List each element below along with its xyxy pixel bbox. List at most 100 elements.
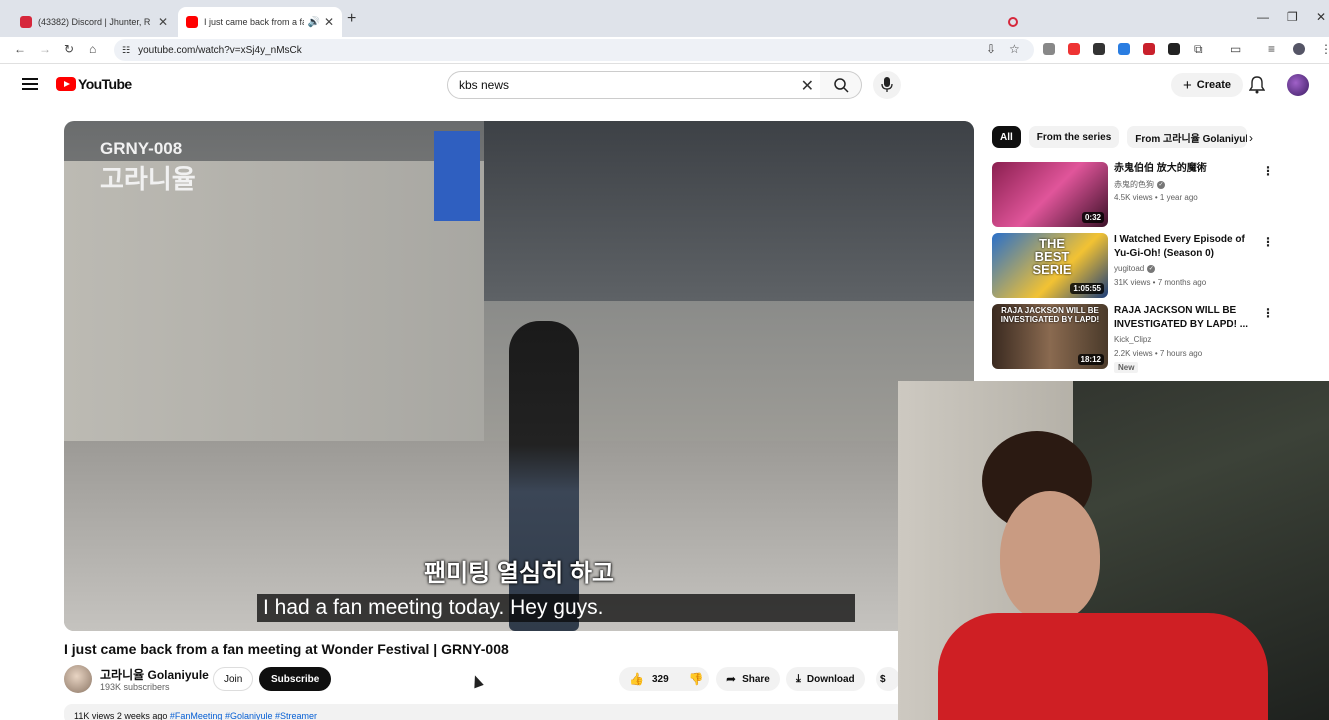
watermark-name: 고라니율 — [100, 164, 196, 194]
channel-avatar[interactable] — [64, 665, 92, 693]
media-control-icon[interactable]: ≡ — [1268, 42, 1275, 56]
thanks-icon: $ — [880, 673, 886, 685]
join-button[interactable]: Join — [213, 667, 254, 691]
recording-icon — [1008, 17, 1018, 27]
close-window-icon[interactable]: ✕ — [1316, 10, 1326, 24]
share-label: Share — [742, 673, 770, 685]
notifications-button[interactable] — [1248, 76, 1266, 99]
webcam-shirt — [938, 613, 1268, 720]
menu-icon[interactable] — [22, 78, 38, 90]
share-icon: ➦ — [726, 672, 737, 686]
download-label: Download — [806, 673, 855, 685]
extension-icon[interactable] — [1168, 43, 1180, 55]
forward-icon[interactable]: → — [39, 42, 51, 56]
chip-from-channel[interactable]: From 고라니율 Golaniyule — [1127, 126, 1248, 148]
chip-from-series[interactable]: From the series — [1028, 126, 1120, 148]
youtube-favicon-icon — [186, 16, 198, 28]
close-tab-icon[interactable]: ✕ — [158, 15, 168, 29]
tab-search-icon[interactable]: ▭ — [1230, 42, 1241, 56]
search-button[interactable] — [820, 71, 862, 99]
video-frame-wall — [64, 161, 484, 461]
extension-icon[interactable] — [1143, 43, 1155, 55]
chip-all[interactable]: All — [992, 126, 1021, 148]
browser-titlebar: (43382) Discord | Jhunter, R ✕ I just ca… — [0, 0, 1329, 37]
logo-text: YouTube — [78, 76, 132, 92]
download-button[interactable]: ⤓ Download — [786, 667, 865, 691]
plus-icon: + — [1183, 76, 1192, 94]
filter-chips: All From the series From 고라니율 Golaniyule — [992, 126, 1255, 148]
clear-search-icon[interactable]: ✕ — [801, 76, 814, 96]
thanks-button[interactable]: $ — [876, 667, 900, 691]
recommendation-channel[interactable]: yugitoad ✓ — [1114, 264, 1156, 273]
search-input[interactable]: kbs news ✕ — [447, 71, 821, 99]
url-bar[interactable]: ☷ youtube.com/watch?v=xSj4y_nMsCk — [114, 39, 1034, 61]
recommendation-title[interactable]: 赤鬼伯伯 放大的魔術 — [1114, 162, 1254, 176]
description-box[interactable]: 11K views 2 weeks ago #FanMeeting #Golan… — [64, 704, 904, 720]
bell-icon — [1248, 76, 1266, 94]
video-thumbnail[interactable]: RAJA JACKSON WILL BE INVESTIGATED BY LAP… — [992, 304, 1108, 369]
extension-icon[interactable] — [1043, 43, 1055, 55]
youtube-play-icon — [56, 77, 76, 91]
new-tab-button[interactable]: + — [347, 10, 356, 28]
home-icon[interactable]: ⌂ — [89, 42, 96, 56]
recommendation-item[interactable]: THE BEST SERIE 1:05:55 I Watched Every E… — [992, 233, 1282, 299]
thumbnail-text: RAJA JACKSON WILL BE INVESTIGATED BY LAP… — [1000, 306, 1100, 324]
thumbnail-text: THE BEST SERIE — [1032, 236, 1072, 277]
video-frame-ceiling — [484, 121, 974, 301]
speaker-icon[interactable]: 🔊 — [307, 17, 319, 28]
close-tab-icon[interactable]: ✕ — [324, 15, 334, 29]
search-value: kbs news — [459, 78, 510, 92]
recommendation-title[interactable]: I Watched Every Episode of Yu-Gi-Oh! (Se… — [1114, 233, 1254, 261]
download-icon: ⤓ — [796, 672, 801, 685]
recommendation-meta: 2.2K views • 7 hours ago — [1114, 349, 1203, 358]
share-button[interactable]: ➦ Share — [716, 667, 780, 691]
video-player[interactable]: GRNY-008 고라니율 팬미팅 열심히 하고 I had a fan mee… — [64, 121, 974, 631]
tab-video[interactable]: I just came back from a fan 🔊 ✕ — [178, 7, 342, 37]
like-count[interactable]: 329 — [652, 674, 669, 685]
recommendation-item[interactable]: 0:32 赤鬼伯伯 放大的魔術 赤鬼的色狗 ✓ 4.5K views • 1 ye… — [992, 162, 1282, 228]
create-label: Create — [1196, 79, 1232, 91]
microphone-icon — [881, 77, 893, 92]
extension-icon[interactable] — [1068, 43, 1080, 55]
recommendation-channel[interactable]: 赤鬼的色狗 ✓ — [1114, 179, 1165, 190]
search-icon — [833, 78, 849, 93]
back-icon[interactable]: ← — [14, 42, 26, 56]
reload-icon[interactable]: ↻ — [64, 42, 74, 56]
tab-discord[interactable]: (43382) Discord | Jhunter, R ✕ — [12, 7, 1018, 37]
chevron-right-icon[interactable]: › — [1249, 131, 1253, 145]
subscribe-button[interactable]: Subscribe — [259, 667, 332, 691]
extensions-puzzle-icon[interactable]: ⧉ — [1194, 42, 1203, 57]
account-avatar[interactable] — [1287, 74, 1309, 96]
youtube-logo[interactable]: YouTube — [56, 76, 132, 92]
video-thumbnail[interactable]: THE BEST SERIE 1:05:55 — [992, 233, 1108, 298]
tab-title: I just came back from a fan — [204, 17, 305, 27]
more-options-icon[interactable]: ⋮ — [1262, 164, 1274, 178]
verified-icon: ✓ — [1157, 180, 1165, 189]
korean-subtitle: 팬미팅 열심히 하고 — [424, 560, 614, 587]
url-text: youtube.com/watch?v=xSj4y_nMsCk — [138, 44, 302, 56]
bookmark-star-icon[interactable]: ☆ — [1009, 42, 1020, 56]
recommendation-title[interactable]: RAJA JACKSON WILL BE INVESTIGATED BY LAP… — [1114, 304, 1254, 332]
create-button[interactable]: + Create — [1171, 73, 1244, 97]
more-options-icon[interactable]: ⋮ — [1262, 235, 1274, 249]
channel-name[interactable]: 고라니율 Golaniyule — [100, 666, 209, 683]
video-thumbnail[interactable]: 0:32 — [992, 162, 1108, 227]
site-settings-icon[interactable]: ☷ — [122, 45, 130, 56]
recommendation-channel[interactable]: Kick_Clipz — [1114, 335, 1151, 344]
voice-search-button[interactable] — [873, 71, 901, 99]
thumbs-down-icon[interactable]: 👎 — [689, 672, 704, 686]
thumbs-up-icon[interactable]: 👍 — [629, 672, 644, 686]
english-caption: I had a fan meeting today. Hey guys. — [257, 594, 855, 622]
views-age: 11K views 2 weeks ago — [74, 711, 168, 720]
address-toolbar: ← → ↻ ⌂ ☷ youtube.com/watch?v=xSj4y_nMsC… — [0, 37, 1329, 64]
browser-menu-icon[interactable]: ⋮ — [1320, 42, 1329, 56]
profile-avatar-icon[interactable] — [1293, 43, 1305, 55]
maximize-icon[interactable]: ❐ — [1287, 10, 1298, 24]
minimize-icon[interactable]: — — [1257, 10, 1269, 24]
recommendation-item[interactable]: RAJA JACKSON WILL BE INVESTIGATED BY LAP… — [992, 304, 1282, 374]
extension-icon[interactable] — [1093, 43, 1105, 55]
extension-icon[interactable] — [1118, 43, 1130, 55]
more-options-icon[interactable]: ⋮ — [1262, 306, 1274, 320]
install-icon[interactable]: ⇩ — [986, 42, 996, 56]
hashtags[interactable]: #FanMeeting #Golaniyule #Streamer — [170, 711, 317, 720]
